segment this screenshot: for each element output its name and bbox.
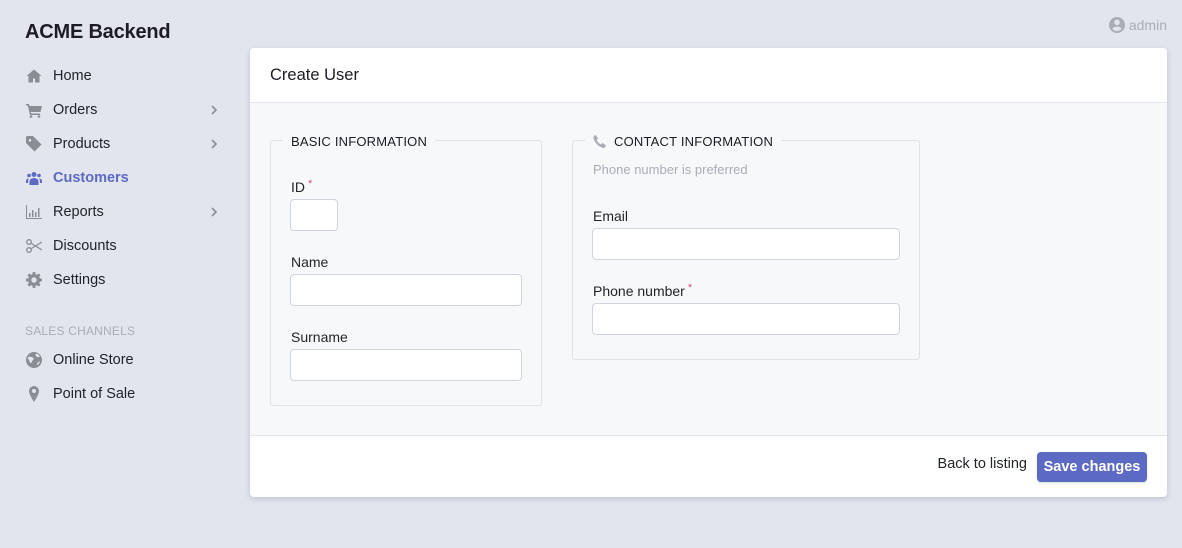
users-icon	[26, 172, 42, 185]
chevron-right-icon	[211, 105, 218, 115]
sidebar-item-label: Products	[53, 136, 111, 152]
contact-hint: Phone number is preferred	[593, 162, 748, 177]
basic-information-fieldset: BASIC INFORMATION ID * Name Surname	[270, 132, 542, 406]
id-input[interactable]	[290, 199, 338, 231]
bar-chart-icon	[26, 205, 42, 219]
surname-label: Surname	[291, 329, 348, 345]
chevron-right-icon	[211, 139, 218, 149]
phone-icon	[593, 134, 606, 148]
sidebar-item-label: Settings	[53, 272, 106, 288]
contact-information-legend: CONTACT INFORMATION	[585, 132, 782, 150]
id-label: ID *	[291, 178, 313, 195]
sidebar-item-home[interactable]: Home	[0, 59, 240, 93]
globe-icon	[26, 352, 42, 368]
name-label: Name	[291, 254, 329, 270]
form-footer: Back to listing Save changes	[250, 437, 1167, 497]
home-icon	[26, 69, 42, 83]
form-body: BASIC INFORMATION ID * Name Surname CONTA…	[250, 103, 1167, 436]
contact-information-fieldset: CONTACT INFORMATION Phone number is pref…	[572, 132, 920, 360]
sidebar-item-label: Online Store	[53, 352, 134, 368]
sidebar-item-settings[interactable]: Settings	[0, 263, 240, 297]
sidebar-item-discounts[interactable]: Discounts	[0, 229, 240, 263]
page-title: Create User	[250, 48, 1167, 103]
phone-label: Phone number *	[593, 282, 693, 299]
email-input[interactable]	[592, 228, 900, 260]
sidebar-item-label: Orders	[53, 102, 98, 118]
user-menu[interactable]: admin	[1108, 17, 1167, 33]
required-marker: *	[687, 282, 693, 294]
sidebar-item-point-of-sale[interactable]: Point of Sale	[0, 377, 240, 411]
sidebar-item-label: Home	[53, 68, 92, 84]
user-name: admin	[1128, 17, 1167, 33]
sidebar-item-label: Discounts	[53, 238, 117, 254]
sidebar-item-label: Reports	[53, 204, 104, 220]
sidebar-item-customers[interactable]: Customers	[0, 161, 240, 195]
sidebar-item-products[interactable]: Products	[0, 127, 240, 161]
sidebar-item-online-store[interactable]: Online Store	[0, 343, 240, 377]
phone-input[interactable]	[592, 303, 900, 335]
sidebar-item-reports[interactable]: Reports	[0, 195, 240, 229]
name-input[interactable]	[290, 274, 522, 306]
tag-icon	[26, 136, 42, 152]
required-marker: *	[308, 178, 313, 190]
sidebar-item-label: Point of Sale	[53, 386, 136, 402]
gear-icon	[26, 272, 42, 288]
create-user-card: Create User BASIC INFORMATION ID * Name S…	[250, 48, 1167, 497]
back-to-listing-link[interactable]: Back to listing	[938, 456, 1027, 472]
email-label: Email	[593, 208, 629, 224]
sidebar-item-label: Customers	[53, 170, 129, 186]
save-changes-button[interactable]: Save changes	[1037, 452, 1147, 482]
map-pin-icon	[29, 386, 39, 402]
basic-information-legend: BASIC INFORMATION	[283, 132, 436, 150]
scissors-icon	[26, 239, 42, 253]
sidebar-item-orders[interactable]: Orders	[0, 93, 240, 127]
sidebar-nav: Home Orders Products Customers Reports D…	[0, 59, 240, 411]
user-circle-icon	[1108, 17, 1125, 33]
sidebar-section-title: SALES CHANNELS	[25, 324, 136, 338]
surname-input[interactable]	[290, 349, 522, 381]
chevron-right-icon	[211, 207, 218, 217]
cart-icon	[26, 104, 42, 118]
brand-title: ACME Backend	[25, 21, 171, 43]
